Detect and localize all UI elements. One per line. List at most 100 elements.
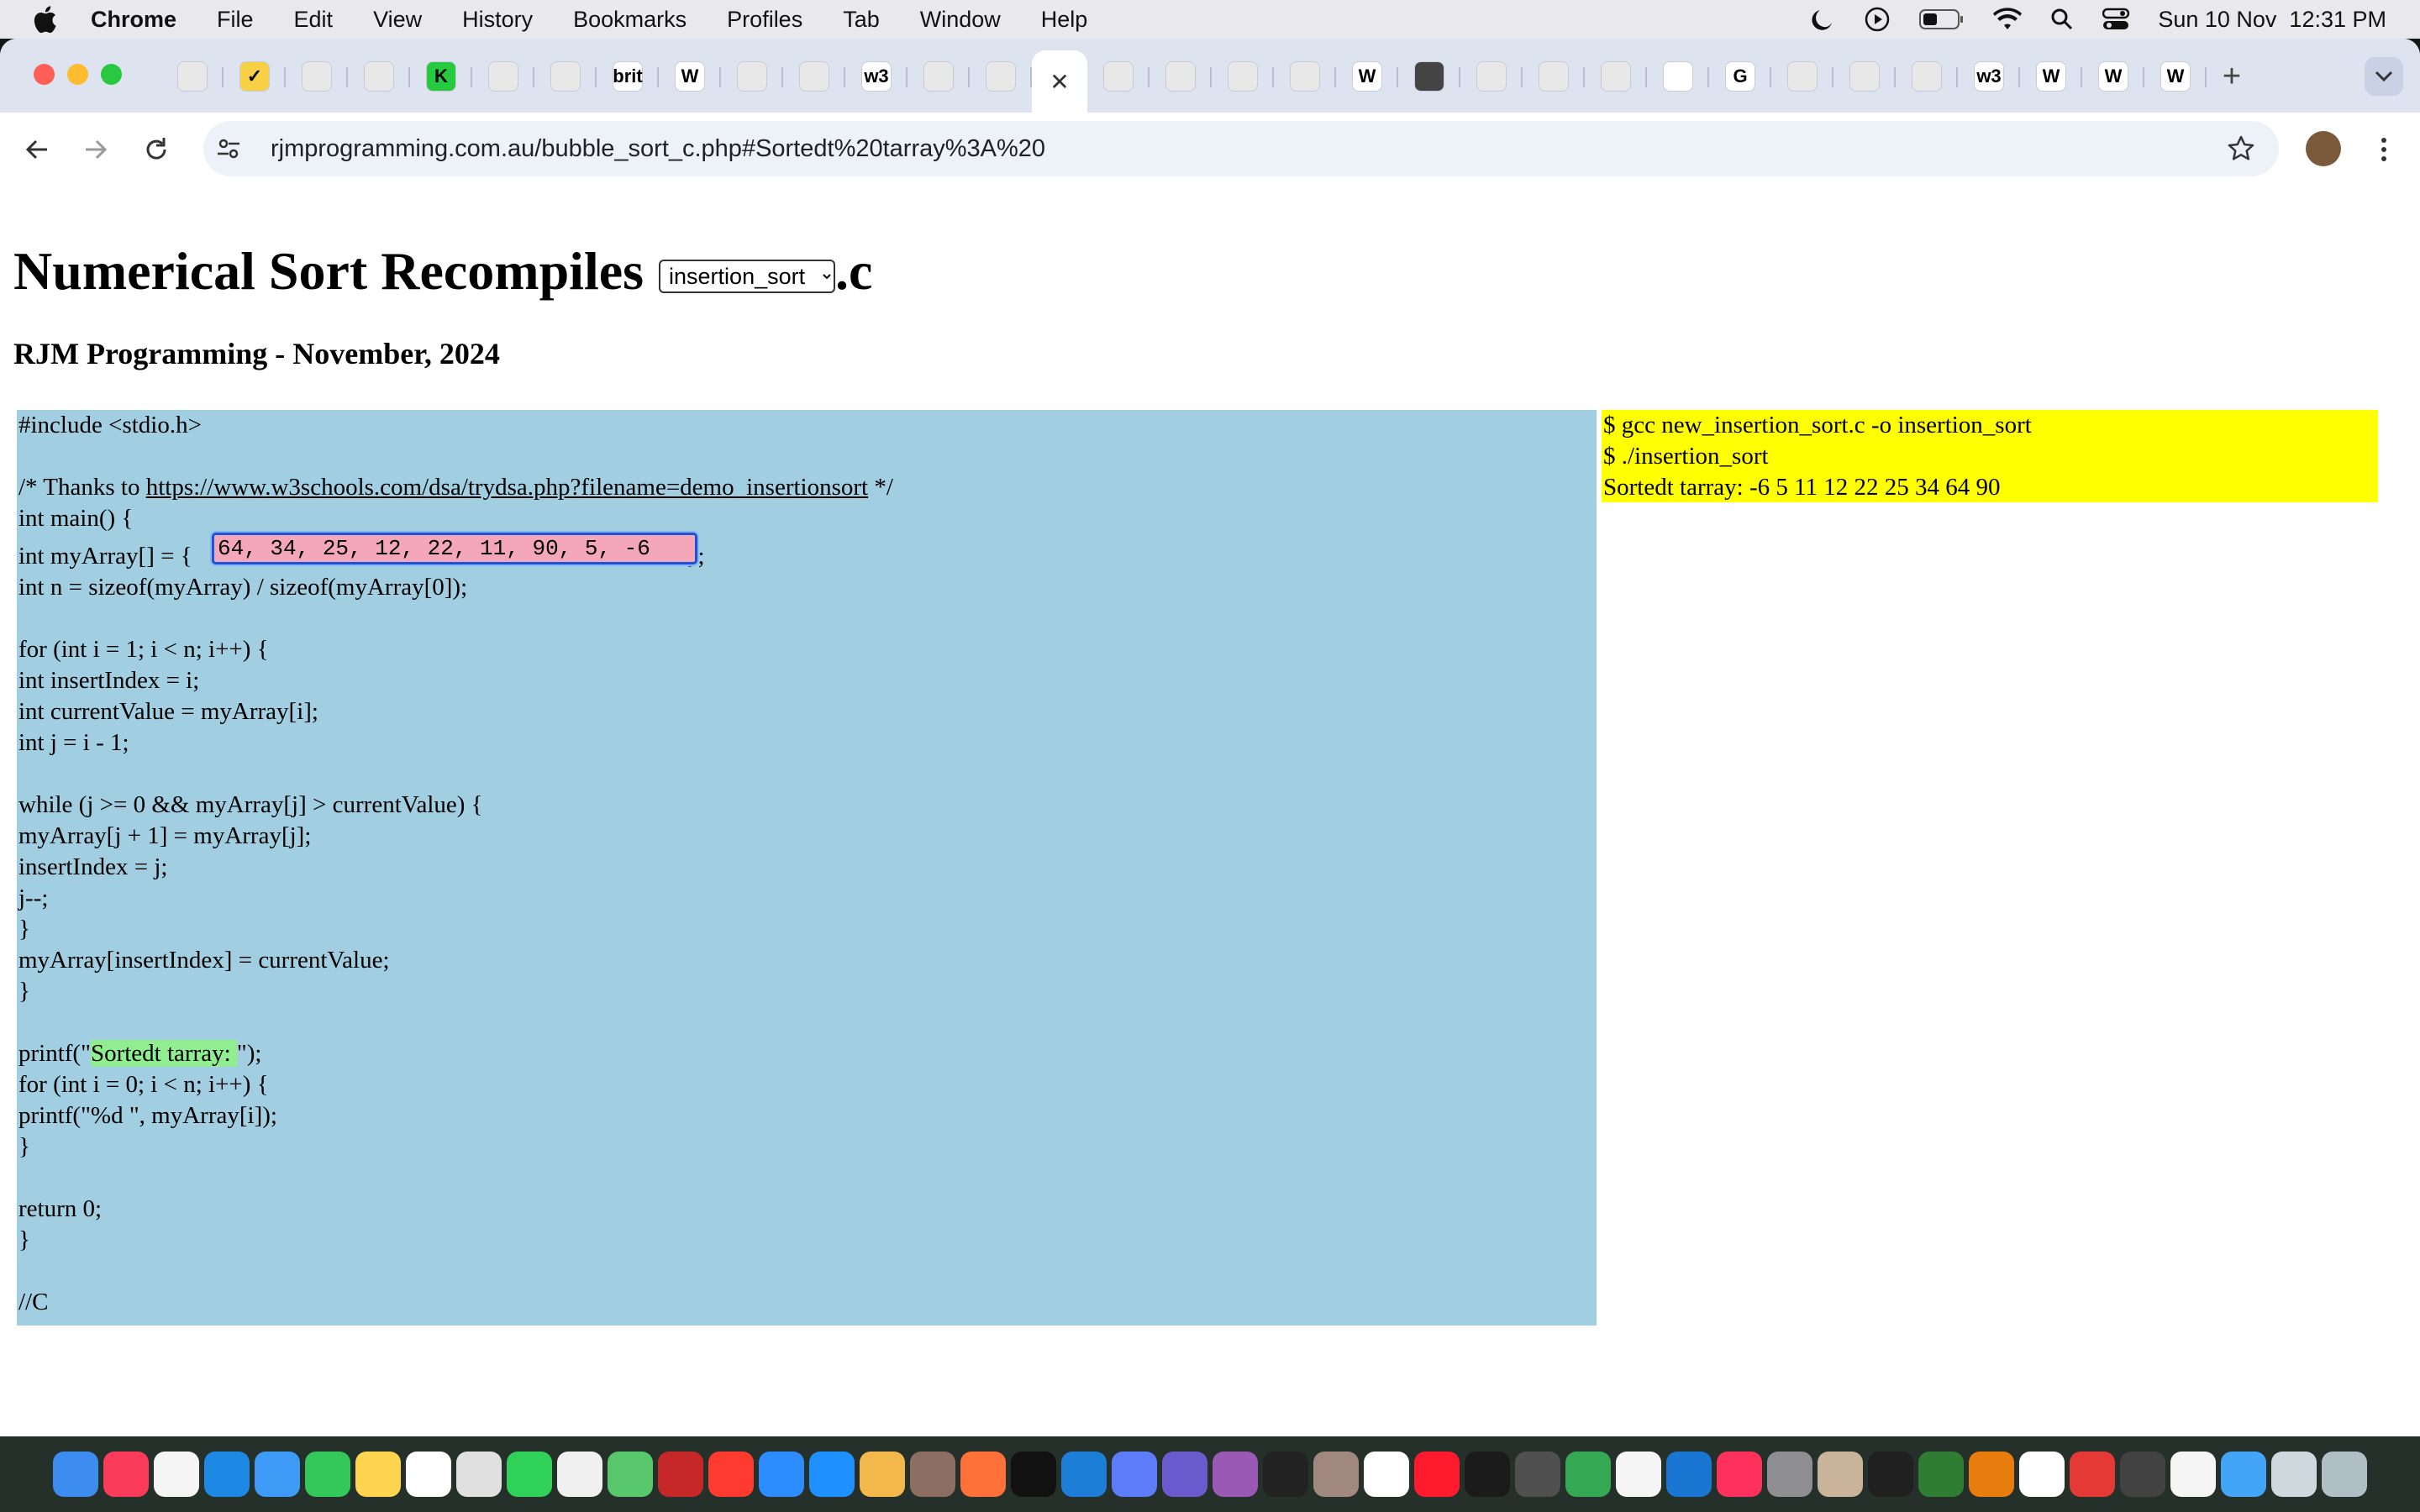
tab[interactable]: W [659,50,721,102]
messages-icon[interactable] [305,1452,350,1497]
tab[interactable] [1647,50,1709,102]
tab[interactable] [1460,50,1523,102]
control-center-icon[interactable] [2102,8,2130,31]
tab[interactable] [472,50,534,102]
xcode-icon[interactable] [1061,1452,1107,1497]
zoom-icon[interactable] [759,1452,804,1497]
tab[interactable]: w3 [845,50,908,102]
screen-icon[interactable] [1112,1452,1157,1497]
new-tab-button[interactable]: + [2207,50,2257,102]
window-close-button[interactable] [34,64,55,85]
firefox-icon[interactable] [960,1452,1006,1497]
safari-icon[interactable] [204,1452,250,1497]
forward-button[interactable] [76,129,116,170]
tab[interactable]: w3 [1958,50,2020,102]
site-info-icon[interactable] [212,132,245,165]
search-icon[interactable] [2050,8,2074,31]
appletv-icon[interactable] [1011,1452,1056,1497]
facetime-icon[interactable] [507,1452,552,1497]
x11-icon[interactable] [2120,1452,2165,1497]
folder-icon[interactable] [2271,1452,2317,1497]
tab[interactable] [721,50,783,102]
menu-window[interactable]: Window [900,7,1021,33]
freeform-icon[interactable] [406,1452,451,1497]
tab[interactable]: W [2020,50,2082,102]
menu-tab[interactable]: Tab [823,7,900,33]
appstore-icon[interactable] [809,1452,855,1497]
preview-icon[interactable] [910,1452,955,1497]
profile-avatar[interactable] [2306,131,2341,166]
opera-icon[interactable] [1414,1452,1460,1497]
notes-icon[interactable] [355,1452,401,1497]
tab[interactable] [1087,50,1150,102]
trash-icon[interactable] [2322,1452,2367,1497]
terminal-icon[interactable] [1263,1452,1308,1497]
news-icon[interactable] [708,1452,754,1497]
tab[interactable] [1833,50,1896,102]
back-button[interactable] [17,129,57,170]
inkscape-icon[interactable] [1918,1452,1964,1497]
tab[interactable]: brit [597,50,659,102]
bookmark-star-icon[interactable] [2227,134,2255,167]
menu-history[interactable]: History [442,7,553,33]
menu-app-name[interactable]: Chrome [66,7,197,33]
tab-search-button[interactable] [2365,57,2403,96]
keychain-icon[interactable] [1313,1452,1359,1497]
reload-button[interactable] [136,129,176,170]
play-icon[interactable] [1864,6,1891,33]
window-zoom-button[interactable] [101,64,122,85]
calculator-icon[interactable] [1515,1452,1560,1497]
photos-icon[interactable] [860,1452,905,1497]
tab[interactable] [1896,50,1958,102]
tab[interactable] [161,50,224,102]
menu-file[interactable]: File [197,7,274,33]
pages-icon[interactable] [2170,1452,2216,1497]
algorithm-select[interactable]: insertion_sort [659,260,836,293]
filezilla-icon[interactable] [658,1452,703,1497]
more-menu-icon[interactable] [2371,131,2396,168]
settings-icon[interactable] [1767,1452,1812,1497]
tab[interactable]: W [2144,50,2207,102]
menu-profiles[interactable]: Profiles [707,7,823,33]
tab[interactable] [783,50,845,102]
quicktime-icon[interactable] [1666,1452,1712,1497]
console-icon[interactable] [1465,1452,1510,1497]
tab[interactable]: ✓ [224,50,286,102]
blender-icon[interactable] [1969,1452,2014,1497]
tab[interactable] [908,50,970,102]
tab[interactable] [1398,50,1460,102]
wifi-icon[interactable] [1993,8,2023,31]
tab[interactable] [534,50,597,102]
launchpad-icon[interactable] [456,1452,502,1497]
safari-dev-icon[interactable] [2221,1452,2266,1497]
reminders-icon[interactable] [154,1452,199,1497]
maps-icon[interactable] [608,1452,653,1497]
filemaker-icon[interactable] [2070,1452,2115,1497]
tab[interactable]: W [1336,50,1398,102]
array-values-input[interactable] [212,533,697,564]
tab[interactable] [970,50,1032,102]
document-icon[interactable] [1616,1452,1661,1497]
tab[interactable] [1585,50,1647,102]
moon-icon[interactable] [1810,7,1835,32]
tab[interactable]: W [2082,50,2144,102]
podcasts-icon[interactable] [1213,1452,1258,1497]
intellij-icon[interactable] [1717,1452,1762,1497]
mastodon-icon[interactable] [2019,1452,2065,1497]
tab[interactable] [1274,50,1336,102]
tab[interactable] [1771,50,1833,102]
file-icon[interactable] [557,1452,602,1497]
tab[interactable] [286,50,348,102]
mail-icon[interactable] [255,1452,300,1497]
menu-bookmarks[interactable]: Bookmarks [553,7,707,33]
tab[interactable] [1523,50,1585,102]
tab[interactable] [1212,50,1274,102]
activity-icon[interactable] [1868,1452,1913,1497]
menu-help[interactable]: Help [1021,7,1108,33]
menu-edit[interactable]: Edit [274,7,354,33]
address-bar[interactable]: rjmprogramming.com.au/bubble_sort_c.php#… [203,121,2279,176]
tab[interactable]: K [410,50,472,102]
calendar-icon[interactable] [1364,1452,1409,1497]
chrome-icon[interactable] [1565,1452,1611,1497]
tab[interactable] [1150,50,1212,102]
